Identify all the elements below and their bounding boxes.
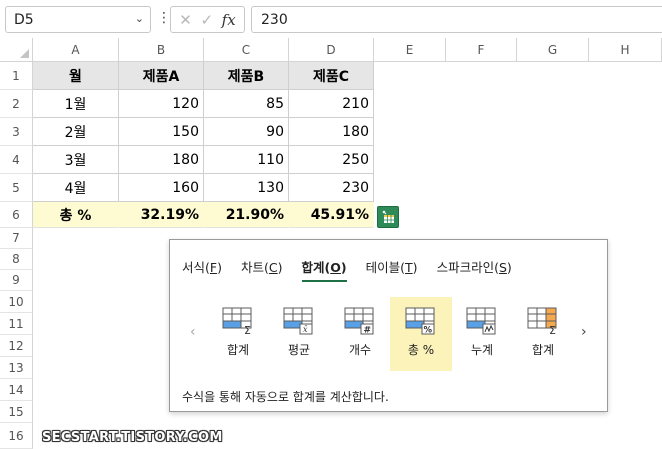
row-header-12[interactable]: 12 (0, 335, 33, 357)
header-cell-month[interactable]: 월 (33, 62, 119, 90)
tile-label: 평균 (287, 343, 311, 357)
column-header-h[interactable]: H (589, 38, 662, 62)
tab-tables[interactable]: 테이블(T) (366, 257, 418, 281)
column-header-f[interactable]: F (446, 38, 517, 62)
row-header-3[interactable]: 3 (0, 118, 33, 146)
count-icon: # (344, 307, 374, 336)
formula-input[interactable]: 230 (251, 6, 662, 33)
column-header-d[interactable]: D (289, 38, 374, 62)
total-percent-cell[interactable]: 45.91% (289, 202, 374, 228)
quick-analysis-panel: 서식(F) 차트(C) 합계(O) 테이블(T) 스파크라인(S) ‹ Σ 합계… (169, 239, 608, 412)
data-cell[interactable]: 250 (289, 146, 374, 174)
tile-label: 총 % (407, 343, 435, 357)
data-cell[interactable]: 4월 (33, 174, 119, 202)
insert-function-button[interactable]: fx (222, 11, 236, 29)
tile-sum[interactable]: Σ 합계 (207, 297, 269, 371)
cancel-icon[interactable]: ✕ (179, 11, 192, 29)
data-cell[interactable]: 1월 (33, 90, 119, 118)
total-label-cell[interactable]: 총 % (33, 202, 119, 228)
chevron-down-icon[interactable]: ⌄ (135, 12, 144, 25)
header-cell-product-a[interactable]: 제품A (119, 62, 204, 90)
total-percent-cell[interactable]: 21.90% (204, 202, 289, 228)
svg-text:#: # (364, 326, 372, 336)
row-header-1[interactable]: 1 (0, 62, 33, 90)
select-all-corner[interactable] (0, 38, 33, 62)
row-header-6[interactable]: 6 (0, 202, 33, 228)
scroll-left-icon[interactable]: ‹ (190, 324, 196, 340)
header-cell-product-c[interactable]: 제품C (289, 62, 374, 90)
row-header-14[interactable]: 14 (0, 379, 33, 401)
data-cell[interactable]: 120 (119, 90, 204, 118)
tile-label: 합계 (226, 343, 250, 357)
enter-icon[interactable]: ✓ (200, 11, 213, 29)
data-cell[interactable]: 110 (204, 146, 289, 174)
data-cell[interactable]: 3월 (33, 146, 119, 174)
total-percent-cell[interactable]: 32.19% (119, 202, 204, 228)
tile-count[interactable]: # 개수 (329, 297, 391, 371)
data-cell[interactable]: 180 (289, 118, 374, 146)
column-header-a[interactable]: A (33, 38, 119, 62)
row-header-7[interactable]: 7 (0, 228, 33, 249)
formula-value: 230 (261, 11, 288, 28)
column-header-b[interactable]: B (119, 38, 204, 62)
data-cell[interactable]: 160 (119, 174, 204, 202)
sum-right-icon: Σ (527, 307, 557, 335)
row-header-11[interactable]: 11 (0, 313, 33, 335)
tile-label: 누계 (470, 343, 494, 357)
tile-average[interactable]: x̄ 평균 (268, 297, 330, 371)
quick-analysis-button[interactable] (377, 206, 399, 228)
tab-sparklines[interactable]: 스파크라인(S) (437, 257, 512, 281)
data-cell[interactable]: 210 (289, 90, 374, 118)
data-cell[interactable]: 180 (119, 146, 204, 174)
row-header-5[interactable]: 5 (0, 174, 33, 202)
svg-text:x̄: x̄ (303, 325, 308, 334)
column-header-g[interactable]: G (517, 38, 589, 62)
formula-bar: D5 ⌄ ⋮ ✕ ✓ fx 230 (0, 0, 662, 38)
running-total-icon (466, 307, 496, 335)
row-header-10[interactable]: 10 (0, 291, 33, 313)
selected-cell-d5[interactable]: 230 (289, 174, 374, 202)
more-options-icon[interactable]: ⋮ (157, 10, 171, 26)
data-cell[interactable]: 150 (119, 118, 204, 146)
svg-text:Σ: Σ (244, 324, 251, 335)
tile-running-total[interactable]: 누계 (451, 297, 513, 371)
svg-text:%: % (424, 326, 433, 336)
row-header-9[interactable]: 9 (0, 270, 33, 291)
data-cell[interactable]: 130 (204, 174, 289, 202)
row-header-15[interactable]: 15 (0, 401, 33, 423)
sum-icon: Σ (222, 307, 252, 335)
average-icon: x̄ (283, 307, 313, 335)
tile-label: 합계 (531, 343, 555, 357)
row-header-4[interactable]: 4 (0, 146, 33, 174)
header-cell-product-b[interactable]: 제품B (204, 62, 289, 90)
name-box[interactable]: D5 ⌄ (5, 6, 151, 33)
tile-description: 수식을 통해 자동으로 합계를 계산합니다. (182, 390, 389, 404)
svg-text:Σ: Σ (549, 324, 556, 335)
formula-buttons: ✕ ✓ fx (170, 6, 245, 33)
quick-analysis-icon (382, 210, 394, 223)
tab-charts[interactable]: 차트(C) (241, 257, 283, 281)
percent-total-icon: % (405, 307, 435, 336)
column-header-e[interactable]: E (374, 38, 446, 62)
scroll-right-icon[interactable]: › (581, 324, 587, 340)
data-cell[interactable]: 90 (204, 118, 289, 146)
quick-analysis-tabs: 서식(F) 차트(C) 합계(O) 테이블(T) 스파크라인(S) (182, 257, 531, 282)
tab-formatting[interactable]: 서식(F) (182, 257, 222, 281)
tab-totals[interactable]: 합계(O) (301, 257, 347, 282)
data-cell[interactable]: 2월 (33, 118, 119, 146)
data-cell[interactable]: 85 (204, 90, 289, 118)
name-box-value: D5 (14, 11, 34, 28)
watermark: SECSTART.TISTORY.COM (42, 430, 223, 445)
row-header-16[interactable]: 16 (0, 423, 33, 449)
tile-percent-total[interactable]: % 총 % (390, 297, 452, 371)
row-header-2[interactable]: 2 (0, 90, 33, 118)
tile-label: 개수 (348, 343, 372, 357)
row-header-13[interactable]: 13 (0, 357, 33, 379)
column-header-c[interactable]: C (204, 38, 289, 62)
row-header-8[interactable]: 8 (0, 249, 33, 270)
tile-sum-right[interactable]: Σ 합계 (512, 297, 574, 371)
